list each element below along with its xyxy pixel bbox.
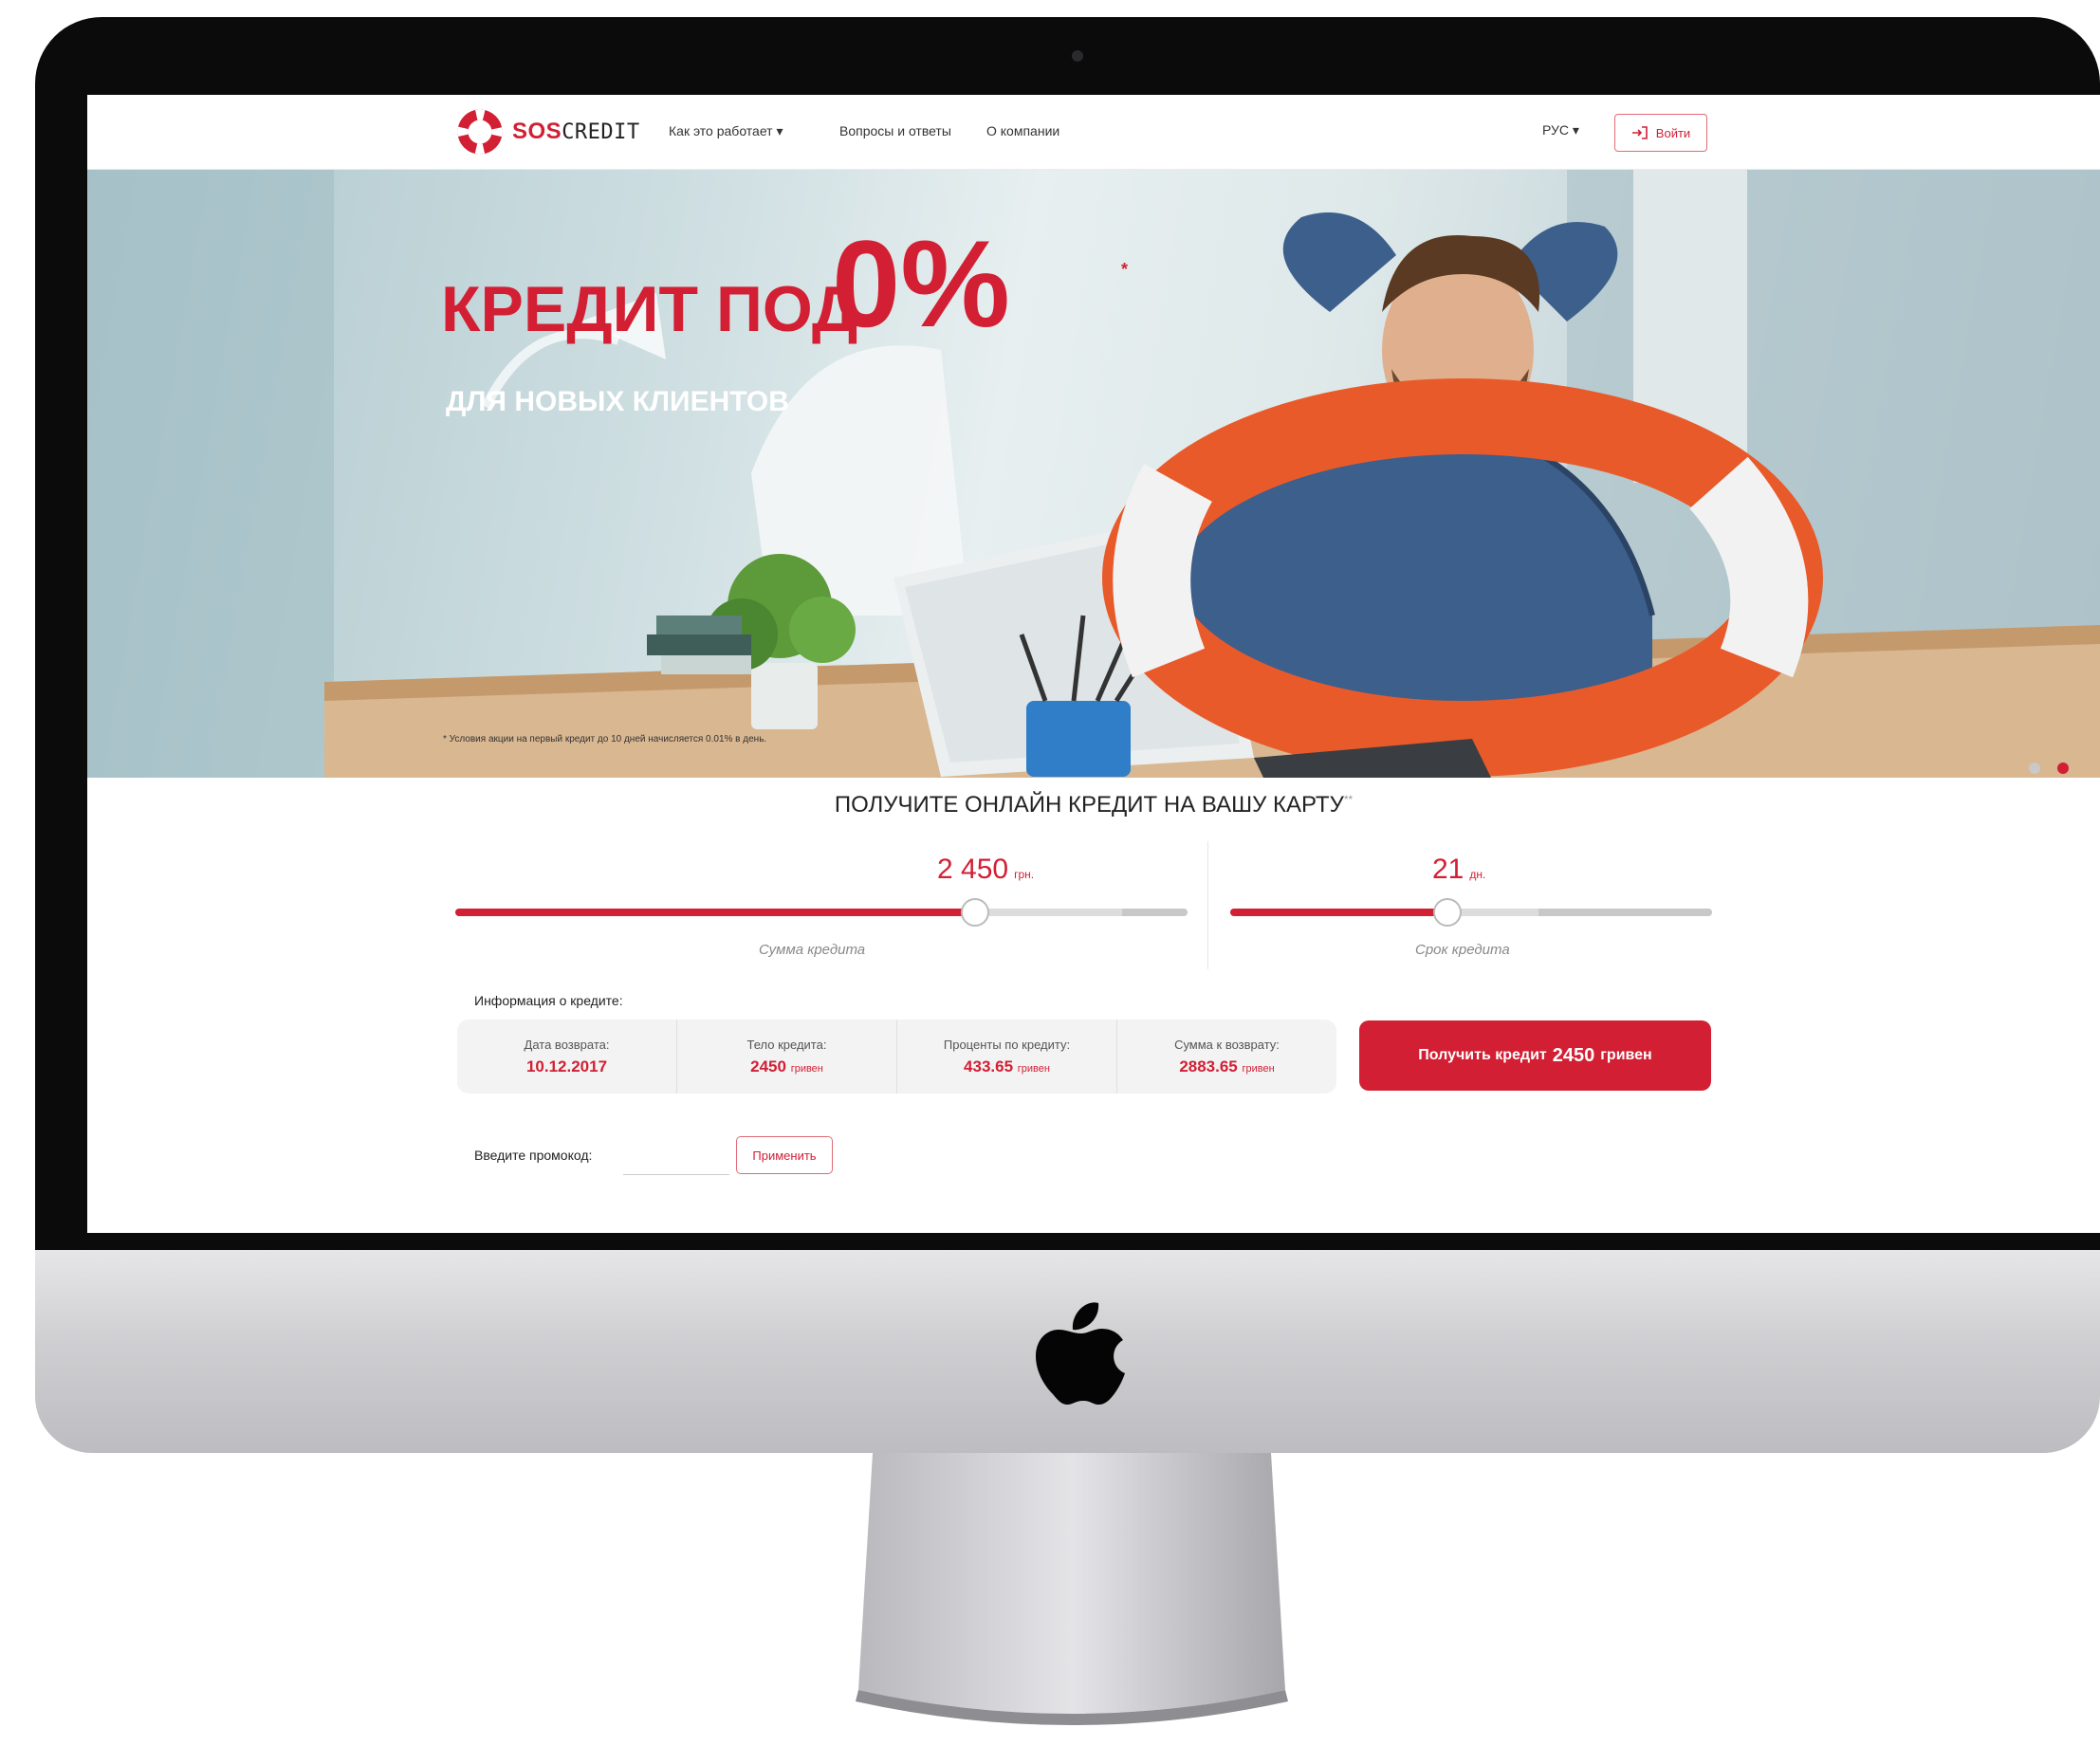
amount-slider-limit	[1122, 909, 1188, 916]
brand-logo[interactable]: SOSCREDIT	[457, 108, 640, 156]
amount-slider-fill	[455, 909, 975, 916]
amount-value: 2 450 грн.	[937, 854, 1035, 885]
nav-about[interactable]: О компании	[986, 123, 1059, 138]
top-navbar: SOSCREDIT Как это работает ▾ Вопросы и о…	[87, 95, 2100, 170]
apple-logo-icon	[1036, 1302, 1125, 1405]
nav-faq[interactable]: Вопросы и ответы	[839, 123, 951, 138]
hero-title: КРЕДИТ ПОД	[441, 273, 858, 345]
hero-subtitle: ДЛЯ НОВЫХ КЛИЕНТОВ	[446, 386, 789, 417]
calculator-title: ПОЛУЧИТЕ ОНЛАЙН КРЕДИТ НА ВАШУ КАРТУ**	[834, 792, 1354, 818]
lifebuoy-icon	[457, 109, 503, 155]
get-credit-button[interactable]: Получить кредит 2450 гривен	[1359, 1020, 1711, 1091]
amount-label: Сумма кредита	[759, 942, 866, 958]
info-return-date: Дата возврата: 10.12.2017	[457, 1020, 677, 1094]
monitor-stand	[856, 1453, 1288, 1725]
login-label: Войти	[1655, 125, 1691, 140]
credit-info-panel: Дата возврата: 10.12.2017 Тело кредита: …	[457, 1020, 1336, 1094]
promo-code-input[interactable]	[623, 1138, 729, 1175]
login-button[interactable]: Войти	[1614, 114, 1707, 152]
hero-photo	[87, 170, 2100, 778]
slide-dot-2[interactable]	[2057, 763, 2069, 774]
promo-code-label: Введите промокод:	[474, 1148, 593, 1163]
slide-dot-1[interactable]	[2029, 763, 2040, 774]
hero-percent: 0%	[832, 214, 1010, 353]
camera-icon	[1072, 50, 1083, 62]
hero-footnote: * Условия акции на первый кредит до 10 д…	[443, 734, 767, 744]
info-total-repayment: Сумма к возврату: 2883.65 гривен	[1174, 1037, 1280, 1075]
language-select[interactable]: РУС ▾	[1542, 122, 1579, 138]
nav-how-it-works[interactable]: Как это работает ▾	[669, 123, 783, 139]
amount-slider-handle[interactable]	[961, 898, 989, 927]
login-icon	[1631, 126, 1648, 139]
browser-screen: SOSCREDIT Как это работает ▾ Вопросы и о…	[87, 95, 2100, 1233]
apply-promo-button[interactable]: Применить	[736, 1136, 833, 1174]
info-interest: Проценты по кредиту: 433.65 гривен	[897, 1020, 1117, 1094]
term-value: 21 дн.	[1432, 854, 1486, 885]
term-slider-fill	[1230, 909, 1447, 916]
slider-divider	[1207, 841, 1208, 969]
credit-info-title: Информация о кредите:	[474, 993, 623, 1008]
term-slider-limit	[1538, 909, 1712, 916]
brand-name: SOSCREDIT	[512, 119, 640, 144]
term-label: Срок кредита	[1415, 942, 1510, 958]
info-principal: Тело кредита: 2450 гривен	[677, 1020, 897, 1094]
hero-banner: КРЕДИТ ПОД 0% * ДЛЯ НОВЫХ КЛИЕНТОВ * Усл…	[87, 170, 2100, 778]
hero-percent-mark: *	[1121, 260, 1129, 279]
term-slider-handle[interactable]	[1433, 898, 1462, 927]
